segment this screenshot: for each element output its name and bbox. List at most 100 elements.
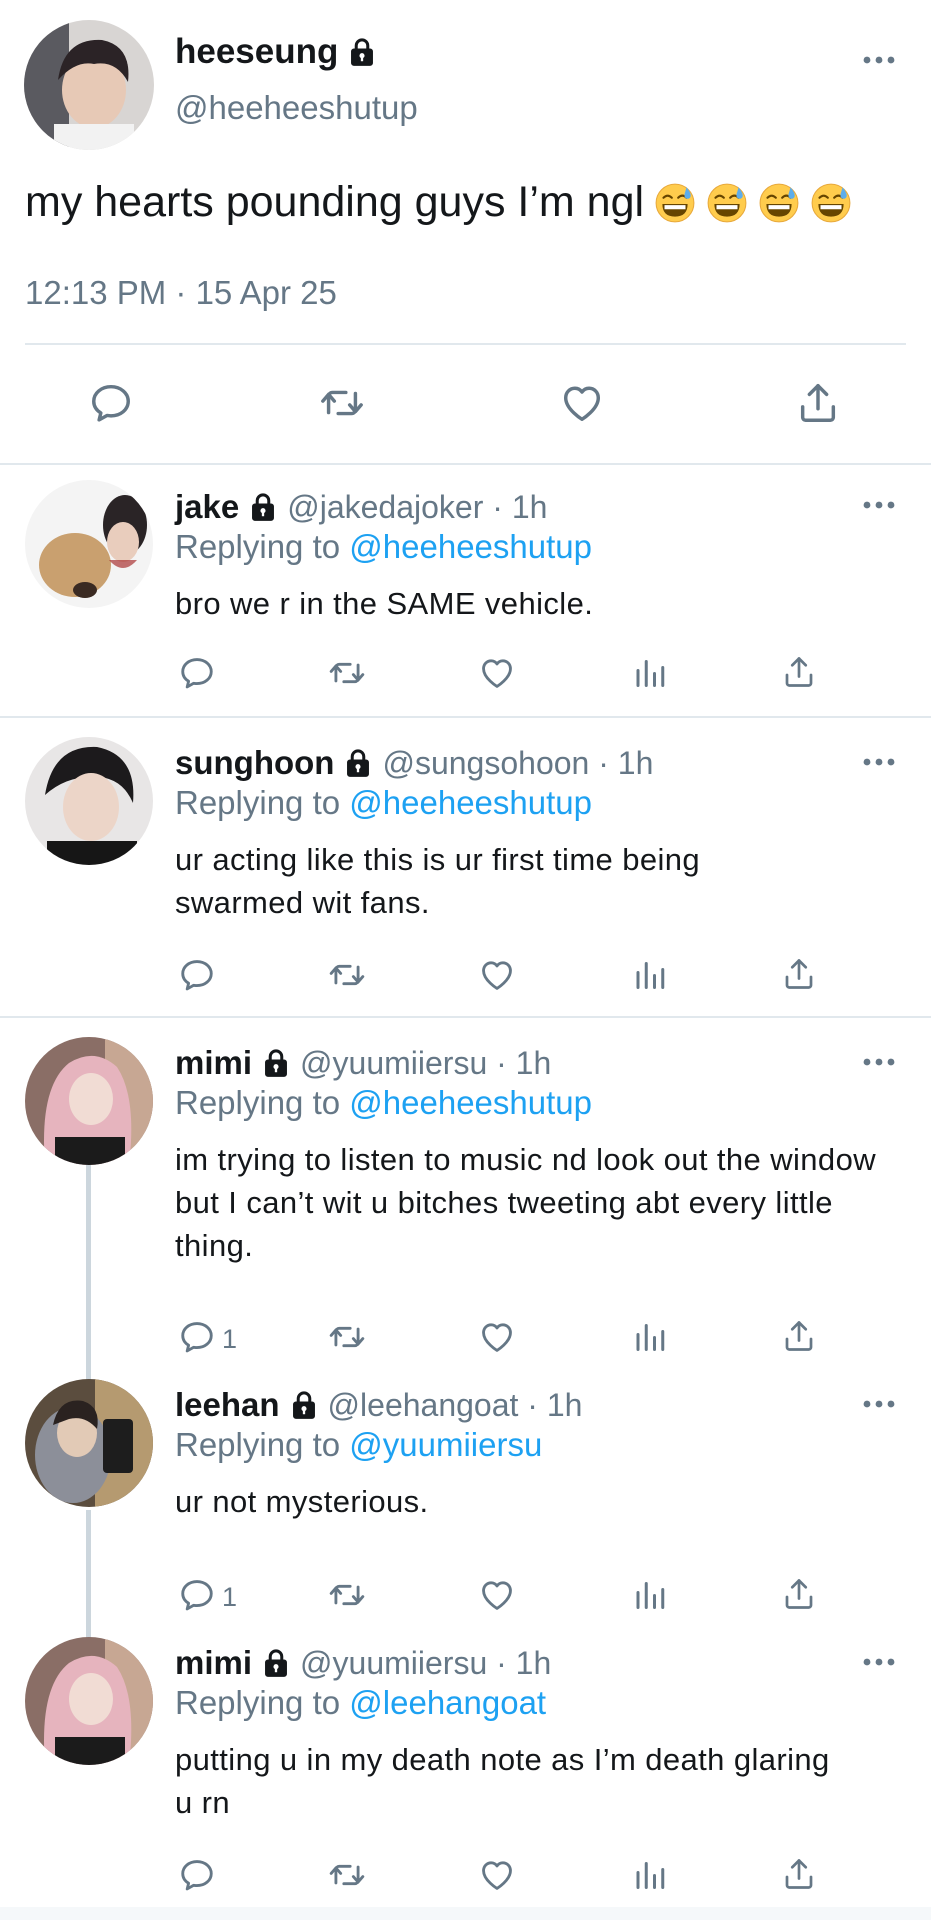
retweet-icon[interactable] bbox=[328, 1856, 366, 1894]
lock-icon bbox=[249, 492, 277, 522]
replying-to: Replying to @heeheeshutup bbox=[175, 784, 592, 822]
handle-time[interactable]: @yuumiiersu · 1h bbox=[300, 1045, 551, 1082]
reply-tweet[interactable]: leehan @leehangoat · 1h Replying to @yuu… bbox=[0, 1362, 931, 1617]
more-options-icon[interactable] bbox=[862, 757, 896, 767]
handle-time[interactable]: @jakedajoker · 1h bbox=[287, 489, 547, 526]
reply-tweet[interactable]: mimi @yuumiiersu · 1h Replying to @heehe… bbox=[0, 1020, 931, 1360]
reply-icon[interactable] bbox=[178, 956, 216, 994]
more-options-icon[interactable] bbox=[862, 1057, 896, 1067]
replying-to: Replying to @leehangoat bbox=[175, 1684, 546, 1722]
reply-icon[interactable] bbox=[178, 654, 216, 692]
replying-prefix: Replying to bbox=[175, 1426, 341, 1463]
display-name[interactable]: mimi bbox=[175, 1044, 252, 1082]
more-options-icon[interactable] bbox=[862, 55, 896, 65]
divider bbox=[0, 463, 931, 465]
retweet-icon[interactable] bbox=[328, 1576, 366, 1614]
reply-text: putting u in my death note as I’m death … bbox=[175, 1742, 830, 1820]
stats-icon[interactable] bbox=[632, 1576, 668, 1612]
divider bbox=[0, 716, 931, 718]
share-icon[interactable] bbox=[781, 1856, 817, 1892]
display-name-text[interactable]: heeseung bbox=[175, 32, 338, 72]
mention-link[interactable]: @heeheeshutup bbox=[349, 1084, 592, 1121]
share-icon[interactable] bbox=[781, 956, 817, 992]
mention-link[interactable]: @leehangoat bbox=[349, 1684, 546, 1721]
reply-icon[interactable] bbox=[88, 380, 134, 426]
reply-text: ur acting like this is ur first time bei… bbox=[175, 842, 701, 920]
like-icon[interactable] bbox=[559, 380, 605, 426]
lock-icon bbox=[344, 748, 372, 778]
like-icon[interactable] bbox=[478, 956, 516, 994]
more-options-icon[interactable] bbox=[862, 1657, 896, 1667]
reply-text: bro we r in the SAME vehicle. bbox=[175, 586, 594, 621]
display-name[interactable]: jake bbox=[175, 488, 239, 526]
retweet-icon[interactable] bbox=[328, 1318, 366, 1356]
mention-link[interactable]: @heeheeshutup bbox=[349, 784, 592, 821]
reply-tweet[interactable]: sunghoon @sungsohoon · 1h Replying to @h… bbox=[0, 720, 931, 1016]
avatar[interactable] bbox=[25, 480, 153, 608]
avatar[interactable] bbox=[25, 737, 153, 865]
display-name[interactable]: sunghoon bbox=[175, 744, 334, 782]
bottom-divider bbox=[0, 1907, 931, 1920]
replying-to: Replying to @heeheeshutup bbox=[175, 528, 592, 566]
avatar[interactable] bbox=[25, 1379, 153, 1507]
replying-prefix: Replying to bbox=[175, 1084, 341, 1121]
retweet-icon[interactable] bbox=[328, 654, 366, 692]
reply-text: ur not mysterious. bbox=[175, 1484, 429, 1519]
reply-icon[interactable] bbox=[178, 1576, 216, 1614]
reply-header: leehan @leehangoat · 1h bbox=[175, 1386, 582, 1424]
share-icon[interactable] bbox=[781, 1318, 817, 1354]
grinning-sweat-emoji bbox=[706, 182, 748, 224]
handle-time[interactable]: @leehangoat · 1h bbox=[328, 1387, 583, 1424]
replying-to: Replying to @heeheeshutup bbox=[175, 1084, 592, 1122]
timestamp[interactable]: 12:13 PM · 15 Apr 25 bbox=[25, 274, 337, 312]
reply-icon[interactable] bbox=[178, 1856, 216, 1894]
more-options-icon[interactable] bbox=[862, 500, 896, 510]
lock-icon bbox=[290, 1390, 318, 1420]
reply-tweet[interactable]: jake @jakedajoker · 1h Replying to @heeh… bbox=[0, 470, 931, 716]
lock-icon bbox=[262, 1048, 290, 1078]
stats-icon[interactable] bbox=[632, 956, 668, 992]
replying-prefix: Replying to bbox=[175, 784, 341, 821]
avatar[interactable] bbox=[25, 1037, 153, 1165]
like-icon[interactable] bbox=[478, 1856, 516, 1894]
divider bbox=[0, 1016, 931, 1018]
stats-icon[interactable] bbox=[632, 1318, 668, 1354]
replying-prefix: Replying to bbox=[175, 1684, 341, 1721]
share-icon[interactable] bbox=[781, 1576, 817, 1612]
handle-time[interactable]: @yuumiiersu · 1h bbox=[300, 1645, 551, 1682]
grinning-sweat-emoji bbox=[758, 182, 800, 224]
tweet-text: my hearts pounding guys I’m ngl bbox=[25, 178, 852, 227]
handle-time[interactable]: @sungsohoon · 1h bbox=[382, 745, 653, 782]
display-name[interactable]: leehan bbox=[175, 1386, 280, 1424]
share-icon[interactable] bbox=[781, 654, 817, 690]
stats-icon[interactable] bbox=[632, 654, 668, 690]
mention-link[interactable]: @heeheeshutup bbox=[349, 528, 592, 565]
reply-header: mimi @yuumiiersu · 1h bbox=[175, 1044, 551, 1082]
lock-icon bbox=[262, 1648, 290, 1678]
tweet-text-content: my hearts pounding guys I’m ngl bbox=[25, 178, 645, 226]
lock-icon bbox=[348, 37, 376, 67]
replying-to: Replying to @yuumiiersu bbox=[175, 1426, 542, 1464]
display-name[interactable]: mimi bbox=[175, 1644, 252, 1682]
reply-header: mimi @yuumiiersu · 1h bbox=[175, 1644, 551, 1682]
handle[interactable]: @heeheeshutup bbox=[175, 89, 418, 127]
like-icon[interactable] bbox=[478, 1576, 516, 1614]
like-icon[interactable] bbox=[478, 654, 516, 692]
reply-icon[interactable] bbox=[178, 1318, 216, 1356]
stats-icon[interactable] bbox=[632, 1856, 668, 1892]
mention-link[interactable]: @yuumiiersu bbox=[349, 1426, 542, 1463]
share-icon[interactable] bbox=[795, 380, 841, 426]
like-icon[interactable] bbox=[478, 1318, 516, 1356]
retweet-icon[interactable] bbox=[328, 956, 366, 994]
reply-header: jake @jakedajoker · 1h bbox=[175, 488, 547, 526]
grinning-sweat-emoji bbox=[810, 182, 852, 224]
avatar[interactable] bbox=[25, 1637, 153, 1765]
avatar[interactable] bbox=[24, 20, 154, 150]
more-options-icon[interactable] bbox=[862, 1399, 896, 1409]
main-tweet: heeseung @heeheeshutup my hearts poundin… bbox=[0, 0, 931, 465]
reply-tweet[interactable]: mimi @yuumiiersu · 1h Replying to @leeha… bbox=[0, 1620, 931, 1905]
reply-header: sunghoon @sungsohoon · 1h bbox=[175, 744, 653, 782]
divider bbox=[25, 343, 906, 345]
display-name[interactable]: heeseung bbox=[175, 32, 376, 72]
retweet-icon[interactable] bbox=[319, 380, 365, 426]
